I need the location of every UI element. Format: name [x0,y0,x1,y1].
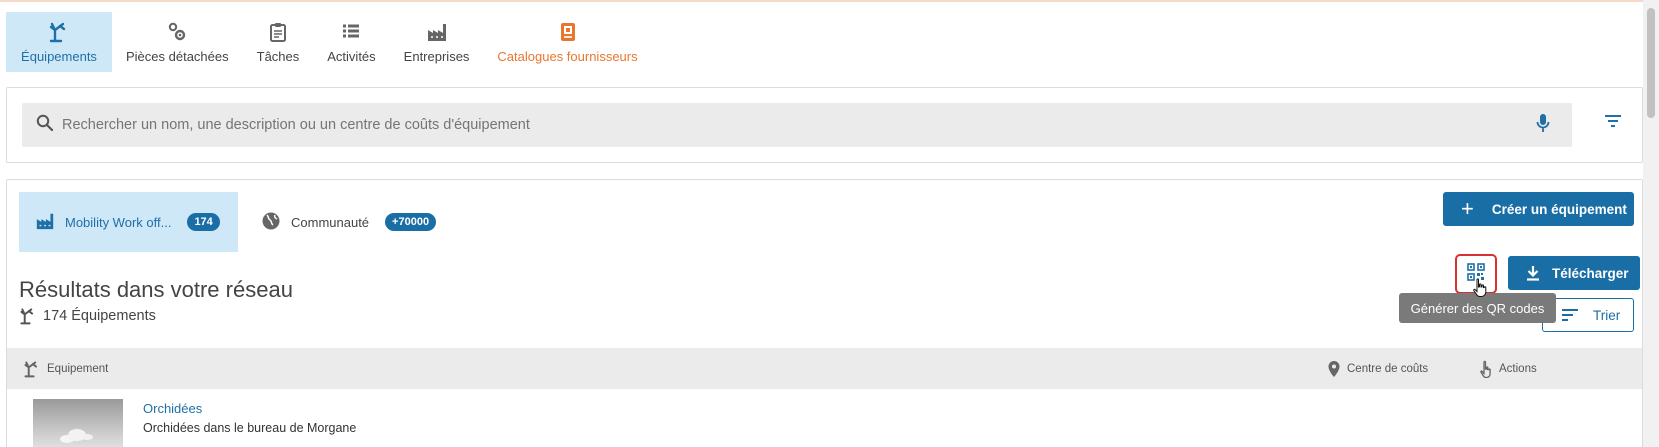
main-nav: Équipements Pièces détachées Tâches Acti… [6,12,652,72]
create-equipment-label: Créer un équipement [1491,201,1627,217]
nav-label: Tâches [256,48,300,64]
column-header-actions: Actions [1479,348,1537,389]
tab-network-label: Mobility Work off... [65,214,172,230]
tab-network-count-badge: 174 [187,213,220,231]
search-input[interactable] [62,117,1536,133]
sort-label: Trier [1593,307,1621,323]
equipment-thumbnail [33,399,123,447]
nav-item-taches[interactable]: Tâches [243,12,314,72]
equipment-description: Orchidées dans le bureau de Morgane [143,421,357,435]
tab-community[interactable]: Communauté +70000 [253,192,437,252]
scrollbar-thumb[interactable] [1647,8,1655,118]
results-count: 174 Équipements [19,307,156,325]
column-header-label: Centre de coûts [1347,362,1429,375]
factory-icon [426,21,448,43]
nav-label: Équipements [21,48,97,64]
nav-item-pieces[interactable]: Pièces détachées [112,12,243,72]
equipment-icon [20,308,34,325]
download-icon [1527,266,1539,281]
sort-icon [1562,309,1578,321]
tab-community-label: Communauté [291,214,370,230]
results-panel: Mobility Work off... 174 Communauté +700… [6,179,1643,447]
plus-icon: + [1461,196,1474,221]
results-title: Résultats dans votre réseau [19,277,293,302]
top-accent-line [0,0,1659,2]
equipment-icon [48,21,70,43]
download-label: Télécharger [1552,265,1629,281]
touch-icon [1480,360,1491,378]
column-header-label: Actions [1499,362,1537,375]
table-header: Equipement Centre de coûts Actions [7,348,1642,389]
search-panel [6,87,1643,163]
gears-icon [166,21,188,43]
tab-community-count-badge: +70000 [385,213,437,231]
clipboard-icon [267,21,289,43]
factory-icon [35,211,55,234]
search-icon [36,114,54,137]
nav-item-catalogues[interactable]: Catalogues fournisseurs [483,12,651,72]
nav-label: Pièces détachées [126,48,229,64]
create-equipment-button[interactable]: + Créer un équipement [1443,192,1634,226]
column-header-cost-center[interactable]: Centre de coûts [1327,348,1428,389]
equipment-name-link[interactable]: Orchidées [143,401,202,416]
nav-label: Catalogues fournisseurs [497,48,638,64]
globe-icon [261,211,281,234]
nav-label: Entreprises [403,48,470,64]
nav-item-equipements[interactable]: Équipements [6,12,112,72]
list-icon [340,21,362,43]
nav-label: Activités [327,48,376,64]
location-pin-icon [1328,360,1340,377]
page-scrollbar[interactable] [1643,0,1659,447]
nav-item-activites[interactable]: Activités [313,12,389,72]
column-header-label: Equipement [47,362,109,375]
column-header-equipment[interactable]: Equipement [23,348,108,389]
download-button[interactable]: Télécharger [1508,256,1640,290]
hand-cursor-icon [1472,278,1488,303]
search-box [22,103,1572,147]
nav-item-entreprises[interactable]: Entreprises [390,12,484,72]
results-count-text: 174 Équipements [43,308,156,324]
filter-icon[interactable] [1604,114,1622,133]
table-row[interactable]: Orchidées Orchidées dans le bureau de Mo… [7,389,1642,447]
microphone-icon[interactable] [1536,113,1550,138]
equipment-icon [24,360,38,377]
catalog-icon [557,21,579,43]
tab-network[interactable]: Mobility Work off... 174 [19,192,238,252]
